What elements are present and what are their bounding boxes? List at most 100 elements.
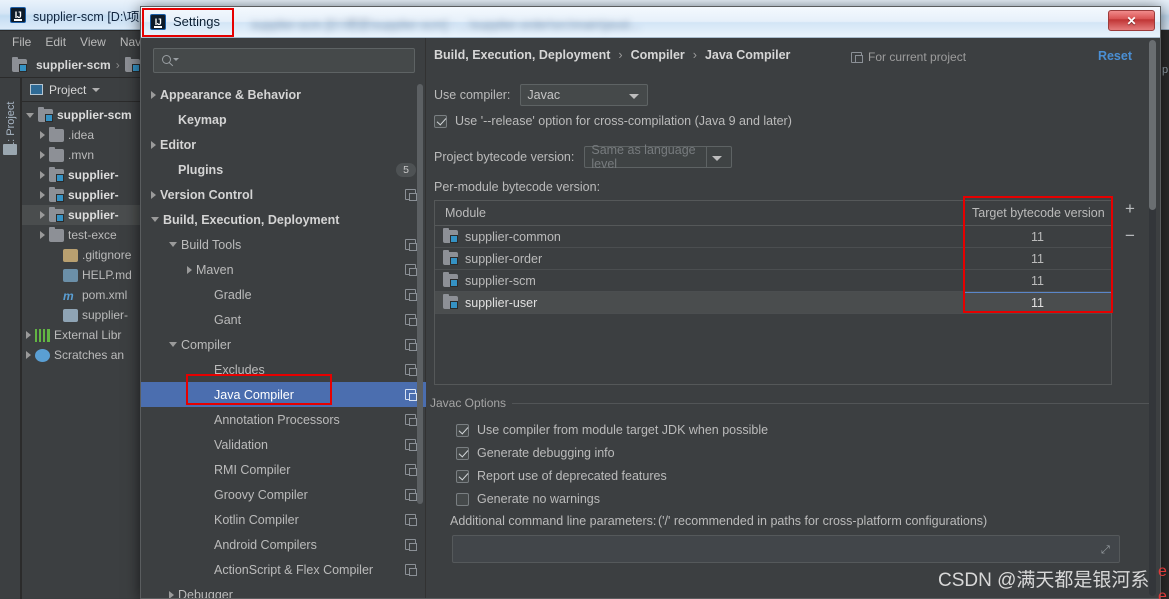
project-tree-item[interactable]: HELP.md: [22, 265, 140, 285]
column-header-target-bytecode-version[interactable]: Target bytecode version: [963, 201, 1111, 225]
use-module-jdk-checkbox[interactable]: [456, 423, 469, 437]
add-module-button[interactable]: +: [1125, 200, 1135, 217]
reset-button[interactable]: Reset: [1098, 49, 1132, 63]
chevron-down-icon[interactable]: [92, 87, 101, 92]
project-bytecode-select[interactable]: Same as language level: [584, 143, 733, 171]
settings-search-box[interactable]: [153, 48, 415, 73]
project-tree-item[interactable]: supplier-: [22, 205, 140, 225]
settings-tree-item-build-execution-deployment[interactable]: Build, Execution, Deployment: [141, 207, 426, 232]
tool-window-button-project[interactable]: 1: Project: [5, 88, 17, 148]
release-option-checkbox[interactable]: [434, 114, 447, 128]
chevron-down-icon[interactable]: [26, 112, 34, 118]
project-tree-item-label: Scratches an: [54, 348, 125, 362]
project-tree-item[interactable]: External Libr: [22, 325, 140, 345]
settings-tree-item-editor[interactable]: Editor: [141, 132, 426, 157]
project-tree-item-label: pom.xml: [82, 288, 128, 302]
project-tree-item[interactable]: .idea: [22, 125, 140, 145]
settings-dialog-title: Settings: [173, 14, 220, 29]
chevron-right-icon[interactable]: [151, 190, 156, 199]
javac-option-row-0[interactable]: Use compiler from module target JDK when…: [456, 423, 768, 437]
project-tree-item[interactable]: test-exce: [22, 225, 140, 245]
breadcrumb-project-name[interactable]: supplier-scm: [36, 58, 111, 72]
chevron-right-icon[interactable]: [40, 211, 45, 219]
chevron-down-icon[interactable]: [151, 217, 159, 222]
table-row[interactable]: supplier-common 11: [435, 226, 1111, 248]
report-deprecated-checkbox[interactable]: [456, 469, 469, 483]
chevron-down-icon[interactable]: [169, 342, 177, 347]
settings-tree-item-android-compilers[interactable]: Android Compilers: [141, 532, 426, 557]
table-row[interactable]: supplier-order 11: [435, 248, 1111, 270]
settings-tree-item-java-compiler[interactable]: Java Compiler: [141, 382, 426, 407]
expand-icon[interactable]: ⤢: [1101, 545, 1111, 556]
settings-tree-item-compiler[interactable]: Compiler: [141, 332, 426, 357]
settings-tree-item-actionscript-flex-compiler[interactable]: ActionScript & Flex Compiler: [141, 557, 426, 582]
settings-tree-item-excludes[interactable]: Excludes: [141, 357, 426, 382]
settings-tree-item-keymap[interactable]: Keymap: [141, 107, 426, 132]
settings-category-tree[interactable]: Appearance & Behavior Keymap Editor Plugins…: [141, 82, 426, 598]
settings-tree-item-gant[interactable]: Gant: [141, 307, 426, 332]
release-option-row[interactable]: Use '--release' option for cross-compila…: [434, 114, 792, 128]
menu-item-file[interactable]: File: [12, 35, 31, 49]
chevron-right-icon[interactable]: [151, 140, 156, 149]
project-file-tree[interactable]: supplier-scm .idea .mvn supplier-supplier-s…: [22, 102, 140, 365]
edge-letter-top: e: [1158, 563, 1167, 580]
settings-tree-item-version-control[interactable]: Version Control: [141, 182, 426, 207]
chevron-down-icon[interactable]: [169, 242, 177, 247]
chevron-right-icon[interactable]: [26, 351, 31, 359]
settings-tree-item-appearance-behavior[interactable]: Appearance & Behavior: [141, 82, 426, 107]
project-tree-item[interactable]: supplier-: [22, 165, 140, 185]
settings-tree-item-maven[interactable]: Maven: [141, 257, 426, 282]
use-compiler-select[interactable]: Javac: [520, 84, 649, 106]
breadcrumb-segment-compiler: Compiler: [630, 48, 685, 62]
chevron-right-icon[interactable]: [40, 191, 45, 199]
javac-option-row-3[interactable]: Generate no warnings: [456, 492, 600, 506]
content-scrollbar-thumb[interactable]: [1149, 40, 1156, 210]
per-module-bytecode-table[interactable]: Module Target bytecode version supplier-…: [434, 200, 1112, 385]
settings-tree-item-validation[interactable]: Validation: [141, 432, 426, 457]
table-cell-target-bytecode-version[interactable]: 11: [963, 248, 1111, 269]
javac-option-row-1[interactable]: Generate debugging info: [456, 446, 615, 460]
menu-item-view[interactable]: View: [80, 35, 106, 49]
chevron-right-icon[interactable]: [151, 90, 156, 99]
table-cell-target-bytecode-version[interactable]: 11: [963, 226, 1111, 247]
project-tree-item[interactable]: supplier-: [22, 305, 140, 325]
table-row[interactable]: supplier-user 11: [435, 292, 1111, 314]
chevron-right-icon[interactable]: [187, 265, 192, 274]
settings-tree-item-groovy-compiler[interactable]: Groovy Compiler: [141, 482, 426, 507]
chevron-right-icon[interactable]: [40, 231, 45, 239]
settings-tree-item-annotation-processors[interactable]: Annotation Processors: [141, 407, 426, 432]
settings-tree-item-gradle[interactable]: Gradle: [141, 282, 426, 307]
chevron-right-icon[interactable]: [26, 331, 31, 339]
generate-no-warnings-checkbox[interactable]: [456, 492, 469, 506]
project-tree-item[interactable]: m pom.xml: [22, 285, 140, 305]
settings-tree-item-debugger[interactable]: Debugger: [141, 582, 426, 598]
close-icon[interactable]: ✕: [1108, 10, 1155, 31]
table-cell-target-bytecode-version[interactable]: 11: [963, 292, 1111, 313]
project-tree-item[interactable]: supplier-scm: [22, 105, 140, 125]
javac-option-row-2[interactable]: Report use of deprecated features: [456, 469, 667, 483]
structure-icon[interactable]: [3, 144, 17, 155]
project-tree-item[interactable]: Scratches an: [22, 345, 140, 365]
settings-tree-item-plugins[interactable]: Plugins 5: [141, 157, 426, 182]
table-cell-module: supplier-user: [435, 294, 963, 310]
column-header-module[interactable]: Module: [435, 206, 963, 220]
chevron-right-icon[interactable]: [169, 590, 174, 598]
settings-search-input[interactable]: [178, 52, 388, 69]
menu-item-navigate[interactable]: Nav: [120, 35, 141, 49]
chevron-right-icon[interactable]: [40, 151, 45, 159]
settings-tree-scrollbar[interactable]: [417, 84, 423, 504]
chevron-right-icon[interactable]: [40, 171, 45, 179]
project-tree-item[interactable]: .gitignore: [22, 245, 140, 265]
additional-params-field[interactable]: ⤢: [452, 535, 1120, 563]
project-tree-item[interactable]: supplier-: [22, 185, 140, 205]
table-row[interactable]: supplier-scm 11: [435, 270, 1111, 292]
settings-tree-item-kotlin-compiler[interactable]: Kotlin Compiler: [141, 507, 426, 532]
generate-debugging-info-checkbox[interactable]: [456, 446, 469, 460]
settings-tree-item-rmi-compiler[interactable]: RMI Compiler: [141, 457, 426, 482]
menu-item-edit[interactable]: Edit: [45, 35, 66, 49]
table-cell-target-bytecode-version[interactable]: 11: [963, 270, 1111, 291]
chevron-right-icon[interactable]: [40, 131, 45, 139]
remove-module-button[interactable]: −: [1125, 227, 1135, 244]
settings-tree-item-build-tools[interactable]: Build Tools: [141, 232, 426, 257]
project-tree-item[interactable]: .mvn: [22, 145, 140, 165]
